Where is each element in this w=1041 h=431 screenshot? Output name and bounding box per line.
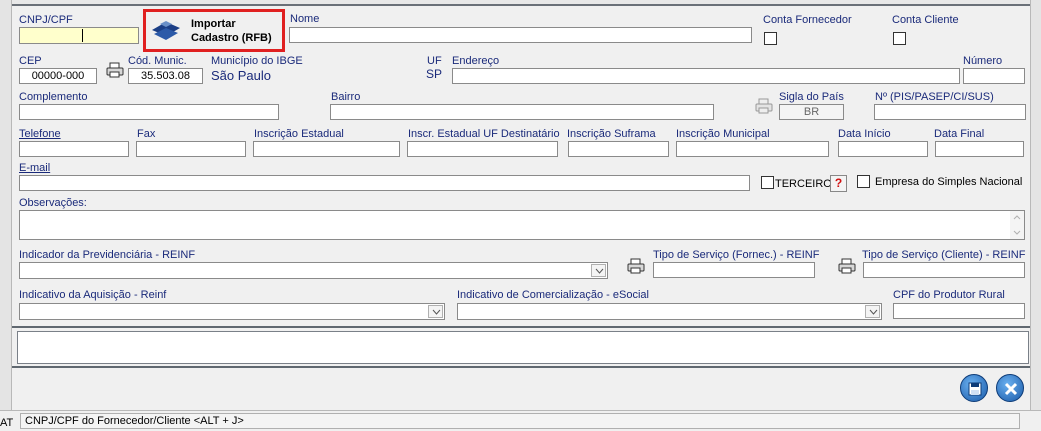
chevron-down-icon <box>432 309 441 315</box>
chevron-down-icon <box>869 309 878 315</box>
pis-input[interactable] <box>874 104 1026 120</box>
right-frame <box>1030 0 1041 410</box>
suframa-label: Inscrição Suframa <box>567 128 656 140</box>
conta-fornecedor-label: Conta Fornecedor <box>763 14 852 26</box>
suframa-input[interactable] <box>568 141 669 157</box>
save-button[interactable] <box>960 374 988 402</box>
fax-label: Fax <box>137 128 156 140</box>
complemento-label: Complemento <box>19 91 88 103</box>
terceiro-label: TERCEIRO <box>775 178 832 190</box>
terceiro-checkbox[interactable] <box>761 176 774 189</box>
printer-icon-cliente[interactable] <box>838 258 856 277</box>
left-frame <box>0 0 12 410</box>
status-text: CNPJ/CPF do Fornecedor/Cliente <ALT + J> <box>25 415 244 427</box>
municipio-value: São Paulo <box>211 68 271 83</box>
uf-value: SP <box>426 67 443 81</box>
im-input[interactable] <box>676 141 829 157</box>
tipo-serv-cliente-input[interactable] <box>863 262 1025 278</box>
nome-label: Nome <box>290 13 320 25</box>
message-panel <box>17 331 1029 364</box>
ie-uf-dest-input[interactable] <box>407 141 558 157</box>
tipo-serv-fornec-input[interactable] <box>653 262 815 278</box>
sigla-pais-label: Sigla do País <box>779 91 844 103</box>
ind-comerc-select[interactable] <box>457 303 882 320</box>
cpf-produtor-input[interactable] <box>893 303 1025 319</box>
divider-bottom <box>12 366 1030 368</box>
import-rfb-button[interactable]: Importar Cadastro (RFB) <box>143 9 285 52</box>
cnpj-input[interactable] <box>19 27 139 44</box>
close-button[interactable] <box>996 374 1024 402</box>
telefone-input[interactable] <box>19 141 129 157</box>
data-inicio-label: Data Início <box>838 128 891 140</box>
endereco-label: Endereço <box>452 55 500 67</box>
cnpj-label: CNPJ/CPF <box>19 14 73 26</box>
tipo-serv-cliente-label: Tipo de Serviço (Cliente) - REINF <box>862 249 1026 261</box>
import-rfb-label-2: Cadastro (RFB) <box>191 32 272 44</box>
conta-cliente-checkbox[interactable] <box>893 32 906 45</box>
email-input[interactable] <box>19 175 750 191</box>
conta-cliente-label: Conta Cliente <box>892 14 959 26</box>
fax-input[interactable] <box>136 141 246 157</box>
printer-icon-fornec[interactable] <box>627 258 645 277</box>
ind-comerc-label: Indicativo de Comercialização - eSocial <box>457 289 649 301</box>
help-button[interactable]: ? <box>830 175 847 192</box>
cep-input[interactable]: 00000-000 <box>19 68 97 84</box>
observacoes-label: Observações: <box>19 197 87 209</box>
status-text-box: CNPJ/CPF do Fornecedor/Cliente <ALT + J> <box>20 413 1020 429</box>
complemento-input[interactable] <box>19 104 279 120</box>
tipo-serv-fornec-label: Tipo de Serviço (Fornec.) - REINF <box>653 249 820 261</box>
pis-label: Nº (PIS/PASEP/CI/SUS) <box>875 91 994 103</box>
cod-munic-input[interactable]: 35.503.08 <box>128 68 203 84</box>
observacoes-textarea[interactable] <box>19 210 1025 240</box>
save-icon <box>968 382 982 396</box>
printer-icon-pais[interactable] <box>755 98 773 117</box>
im-label: Inscrição Municipal <box>676 128 770 140</box>
conta-fornecedor-checkbox[interactable] <box>764 32 777 45</box>
endereco-input[interactable] <box>452 68 960 84</box>
top-frame <box>0 0 1041 6</box>
simples-checkbox[interactable] <box>857 175 870 188</box>
ie-input[interactable] <box>253 141 400 157</box>
simples-label: Empresa do Simples Nacional <box>875 176 1023 188</box>
import-rfb-label-1: Importar <box>191 18 236 30</box>
cep-label: CEP <box>19 55 42 67</box>
nome-input[interactable] <box>289 27 752 43</box>
data-final-label: Data Final <box>934 128 985 140</box>
cpf-produtor-label: CPF do Produtor Rural <box>893 289 1005 301</box>
municipio-label: Município do IBGE <box>211 55 303 67</box>
data-final-input[interactable] <box>935 141 1024 157</box>
ie-label: Inscrição Estadual <box>254 128 344 140</box>
ind-prev-label: Indicador da Previdenciária - REINF <box>19 249 196 261</box>
email-label: E-mail <box>19 162 51 174</box>
uf-label: UF <box>427 55 442 67</box>
bairro-input[interactable] <box>330 104 714 120</box>
help-icon: ? <box>834 176 843 190</box>
numero-label: Número <box>963 55 1003 67</box>
sigla-pais-input[interactable]: BR <box>779 104 844 120</box>
ind-aquisicao-select[interactable] <box>19 303 445 320</box>
close-icon <box>1004 382 1018 396</box>
ind-aquisicao-label: Indicativo da Aquisição - Reinf <box>19 289 167 301</box>
numero-input[interactable] <box>963 68 1025 84</box>
divider-top <box>12 326 1030 328</box>
cnpj-cursor <box>82 29 83 42</box>
status-left-fragment: AT <box>0 417 14 429</box>
printer-icon[interactable] <box>106 62 124 81</box>
telefone-label: Telefone <box>19 128 61 140</box>
status-bar: AT CNPJ/CPF do Fornecedor/Cliente <ALT +… <box>0 410 1041 431</box>
data-inicio-input[interactable] <box>838 141 928 157</box>
observacoes-scrollbar[interactable] <box>1010 211 1024 239</box>
ie-uf-dest-label: Inscr. Estadual UF Destinatário <box>408 128 560 140</box>
ind-prev-select[interactable] <box>19 262 608 279</box>
chevron-down-icon <box>595 268 604 274</box>
bairro-label: Bairro <box>331 91 361 103</box>
rfb-logo-icon <box>150 18 184 47</box>
cod-munic-label: Cód. Munic. <box>128 55 187 67</box>
